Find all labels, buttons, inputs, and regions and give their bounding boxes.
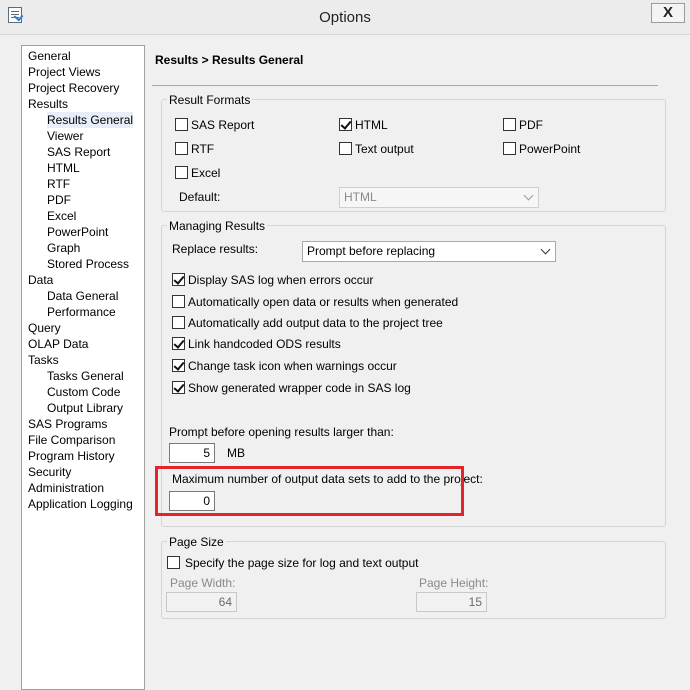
- replace-results-label: Replace results:: [172, 242, 259, 256]
- nav-item-stored-process[interactable]: Stored Process: [47, 256, 129, 272]
- replace-results-dropdown[interactable]: Prompt before replacing: [302, 241, 556, 262]
- options-nav-tree: General Project Views Project Recovery R…: [21, 45, 145, 690]
- nav-item-performance[interactable]: Performance: [47, 304, 116, 320]
- nav-item-application-logging[interactable]: Application Logging: [28, 496, 133, 512]
- nav-item-sas-report[interactable]: SAS Report: [47, 144, 110, 160]
- title-bar: Options X: [0, 0, 690, 35]
- default-format-label: Default:: [179, 190, 221, 204]
- display-sas-log-checkbox[interactable]: [172, 273, 185, 286]
- page-height-input[interactable]: 15: [416, 592, 487, 612]
- nav-item-data[interactable]: Data: [28, 272, 53, 288]
- prompt-size-unit: MB: [227, 446, 245, 460]
- nav-item-olap-data[interactable]: OLAP Data: [28, 336, 88, 352]
- page-size-title: Page Size: [167, 535, 226, 549]
- link-ods-results-label: Link handcoded ODS results: [188, 337, 341, 351]
- page-title: Results > Results General: [155, 53, 304, 67]
- powerpoint-label: PowerPoint: [519, 142, 581, 156]
- prompt-size-label: Prompt before opening results larger tha…: [169, 425, 394, 439]
- text-output-label: Text output: [355, 142, 414, 156]
- auto-open-data-label: Automatically open data or results when …: [188, 295, 459, 309]
- nav-item-project-recovery[interactable]: Project Recovery: [28, 80, 119, 96]
- nav-item-security[interactable]: Security: [28, 464, 71, 480]
- page-height-label: Page Height:: [419, 576, 489, 590]
- managing-results-title: Managing Results: [167, 219, 268, 233]
- nav-item-results-general[interactable]: Results General: [47, 112, 134, 128]
- heading-divider: [152, 85, 658, 86]
- nav-item-pdf[interactable]: PDF: [47, 192, 71, 208]
- nav-item-graph[interactable]: Graph: [47, 240, 80, 256]
- default-format-dropdown[interactable]: HTML: [339, 187, 539, 208]
- pdf-checkbox[interactable]: [503, 118, 516, 131]
- change-task-icon-label: Change task icon when warnings occur: [188, 359, 397, 373]
- excel-checkbox[interactable]: [175, 166, 188, 179]
- auto-open-data-checkbox[interactable]: [172, 295, 185, 308]
- prompt-size-input[interactable]: 5: [169, 443, 215, 463]
- chevron-down-icon: [523, 190, 534, 201]
- nav-item-file-comparison[interactable]: File Comparison: [28, 432, 115, 448]
- chevron-down-icon: [540, 244, 551, 255]
- display-sas-log-label: Display SAS log when errors occur: [188, 273, 374, 287]
- specify-page-size-checkbox[interactable]: [167, 556, 180, 569]
- replace-results-value: Prompt before replacing: [307, 244, 436, 258]
- nav-item-excel[interactable]: Excel: [47, 208, 76, 224]
- nav-item-viewer[interactable]: Viewer: [47, 128, 83, 144]
- annotation-highlight-box: [155, 466, 464, 516]
- result-formats-title: Result Formats: [167, 93, 253, 107]
- sas-report-label: SAS Report: [191, 118, 255, 132]
- nav-item-sas-programs[interactable]: SAS Programs: [28, 416, 107, 432]
- rtf-checkbox[interactable]: [175, 142, 188, 155]
- excel-label: Excel: [191, 166, 221, 180]
- nav-item-query[interactable]: Query: [28, 320, 61, 336]
- show-wrapper-code-checkbox[interactable]: [172, 381, 185, 394]
- window-title: Options: [319, 9, 371, 26]
- close-button[interactable]: X: [651, 3, 685, 23]
- nav-item-rtf[interactable]: RTF: [47, 176, 70, 192]
- nav-item-tasks-general[interactable]: Tasks General: [47, 368, 124, 384]
- nav-item-project-views[interactable]: Project Views: [28, 64, 100, 80]
- nav-item-custom-code[interactable]: Custom Code: [47, 384, 120, 400]
- auto-add-output-label: Automatically add output data to the pro…: [188, 316, 443, 330]
- nav-item-administration[interactable]: Administration: [28, 480, 104, 496]
- nav-item-powerpoint[interactable]: PowerPoint: [47, 224, 108, 240]
- powerpoint-checkbox[interactable]: [503, 142, 516, 155]
- sas-report-checkbox[interactable]: [175, 118, 188, 131]
- nav-item-results[interactable]: Results: [28, 96, 68, 112]
- show-wrapper-code-label: Show generated wrapper code in SAS log: [188, 381, 411, 395]
- auto-add-output-checkbox[interactable]: [172, 316, 185, 329]
- nav-item-output-library[interactable]: Output Library: [47, 400, 123, 416]
- pdf-label: PDF: [519, 118, 543, 132]
- nav-item-tasks[interactable]: Tasks: [28, 352, 59, 368]
- nav-item-general[interactable]: General: [28, 48, 71, 64]
- nav-item-html[interactable]: HTML: [47, 160, 80, 176]
- html-label: HTML: [355, 118, 388, 132]
- default-format-value: HTML: [344, 190, 377, 204]
- text-output-checkbox[interactable]: [339, 142, 352, 155]
- rtf-label: RTF: [191, 142, 215, 156]
- link-ods-results-checkbox[interactable]: [172, 337, 185, 350]
- html-checkbox[interactable]: [339, 118, 352, 131]
- page-width-label: Page Width:: [170, 576, 236, 590]
- change-task-icon-checkbox[interactable]: [172, 359, 185, 372]
- page-width-input[interactable]: 64: [166, 592, 237, 612]
- nav-item-program-history[interactable]: Program History: [28, 448, 115, 464]
- specify-page-size-label: Specify the page size for log and text o…: [185, 556, 419, 570]
- nav-item-data-general[interactable]: Data General: [47, 288, 118, 304]
